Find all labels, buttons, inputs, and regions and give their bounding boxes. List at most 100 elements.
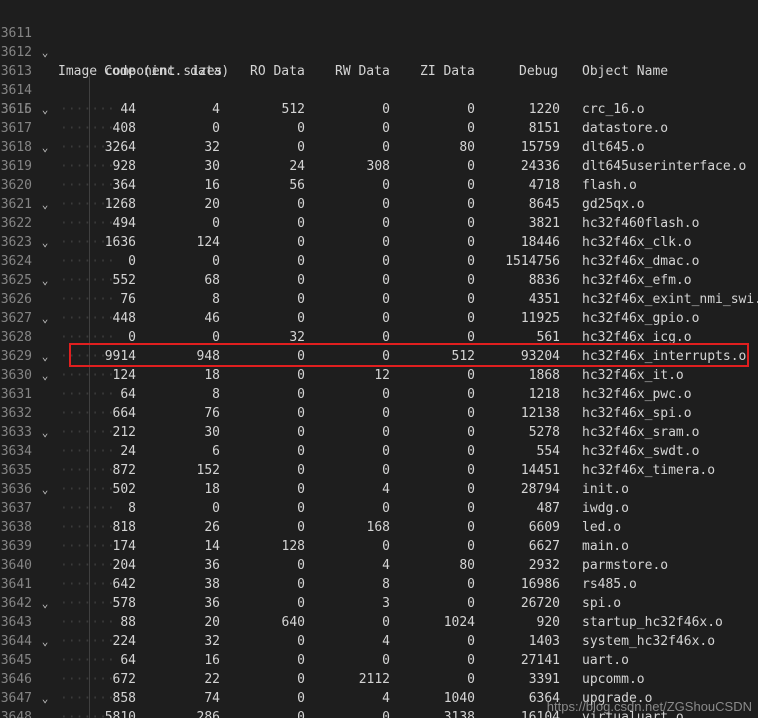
table-row[interactable]: ······· 3638 818 26 0 168 0 6609 led.o — [0, 518, 758, 537]
cell-inc-data: 22 — [204, 672, 220, 687]
cell-rw-data: 0 — [382, 425, 390, 440]
cell-inc-data: 16 — [204, 653, 220, 668]
code-line-blank[interactable]: 3613 — [0, 43, 758, 79]
line-number: 3638 — [0, 520, 32, 535]
table-row[interactable]: ······· 3631 64 8 0 0 0 1218 hc32f46x_pwc.o — [0, 385, 758, 404]
table-row[interactable]: ······· 3625 ⌄ 552 68 0 0 0 8836 hc32f46x_efm.o — [0, 271, 758, 290]
table-row[interactable]: ······· 3622 494 0 0 0 0 3821 hc32f460flash.o — [0, 214, 758, 233]
cell-rw-data: 0 — [382, 330, 390, 345]
table-row[interactable]: ······· 3632 664 76 0 0 0 12138 hc32f46x_spi.o — [0, 404, 758, 423]
cell-ro-data: 0 — [297, 577, 305, 592]
cell-zi-data: 0 — [467, 444, 475, 459]
cell-code: 88 — [120, 615, 136, 630]
table-row[interactable]: ······· 3624 0 0 0 0 0 1514756 hc32f46x_dmac.o — [0, 252, 758, 271]
table-row[interactable]: ······· 3617 408 0 0 0 0 8151 datastore.o — [0, 119, 758, 138]
table-row[interactable]: ······· 3635 872 152 0 0 0 14451 hc32f46x_timera… — [0, 461, 758, 480]
table-row[interactable]: ······· 3629 ⌄ 9914 948 0 0 512 93204 hc32f46x_in… — [0, 347, 758, 366]
table-row[interactable]: ······· 3619 928 30 24 308 0 24336 dlt645userint… — [0, 157, 758, 176]
table-row[interactable]: ······· 3633 ⌄ 212 30 0 0 0 5278 hc32f46x_sram.o — [0, 423, 758, 442]
table-row[interactable]: ······· 3637 8 0 0 0 0 487 iwdg.o — [0, 499, 758, 518]
table-row[interactable]: ······· 3644 ⌄ 224 32 0 4 0 1403 system_hc32f46x.… — [0, 632, 758, 651]
table-row[interactable]: ······· 3645 64 16 0 0 0 27141 uart.o — [0, 651, 758, 670]
table-row[interactable]: ······· 3618 ⌄ 3264 32 0 0 80 15759 dlt645.o — [0, 138, 758, 157]
cell-rw-data: 2112 — [358, 672, 390, 687]
line-number: 3636 — [0, 482, 32, 497]
cell-zi-data: 3138 — [443, 710, 475, 718]
table-row[interactable]: ······· 3643 88 20 640 0 1024 920 startup_hc32f4… — [0, 613, 758, 632]
code-line-column-headers[interactable]: 3614 ⌄ Code (inc. data) RO Data RW Data … — [0, 62, 758, 116]
cell-ro-data: 0 — [297, 273, 305, 288]
cell-zi-data: 0 — [467, 368, 475, 383]
cell-code: 44 — [120, 102, 136, 117]
table-row[interactable]: ······· 3621 ⌄ 1268 20 0 0 0 8645 gd25qx.o — [0, 195, 758, 214]
table-row[interactable]: ······· 3639 174 14 128 0 0 6627 main.o — [0, 537, 758, 556]
cell-object-name: hc32f46x_icg.o — [582, 330, 692, 345]
code-line-blank[interactable]: 3615 — [0, 81, 758, 117]
cell-rw-data: 0 — [382, 292, 390, 307]
cell-rw-data: 4 — [382, 482, 390, 497]
table-row[interactable]: ······· 3620 364 16 56 0 0 4718 flash.o — [0, 176, 758, 195]
code-line-title[interactable]: 3611 ⌄ Image component sizes — [0, 5, 758, 79]
line-number: 3625 — [0, 273, 32, 288]
cell-zi-data: 0 — [467, 406, 475, 421]
table-row[interactable]: ······· 3634 24 6 0 0 0 554 hc32f46x_swdt.o — [0, 442, 758, 461]
cell-debug: 16986 — [520, 577, 560, 592]
cell-inc-data: 46 — [204, 311, 220, 326]
cell-rw-data: 4 — [382, 634, 390, 649]
line-number: 3645 — [0, 653, 32, 668]
table-row[interactable]: ······· 3640 204 36 0 4 80 2932 parmstore.o — [0, 556, 758, 575]
watermark: https://blog.csdn.net/ZGShouCSDN — [546, 699, 752, 714]
cell-zi-data: 0 — [467, 596, 475, 611]
cell-inc-data: 0 — [212, 254, 220, 269]
cell-rw-data: 0 — [382, 311, 390, 326]
cell-debug: 15759 — [520, 140, 560, 155]
cell-debug: 93204 — [520, 349, 560, 364]
cell-code: 0 — [128, 330, 136, 345]
line-number: 3634 — [0, 444, 32, 459]
cell-inc-data: 0 — [212, 501, 220, 516]
cell-zi-data: 0 — [467, 520, 475, 535]
table-row[interactable]: ······· 3646 672 22 0 2112 0 3391 upcomm.o — [0, 670, 758, 689]
table-row[interactable]: ······· 3641 642 38 0 8 0 16986 rs485.o — [0, 575, 758, 594]
table-row[interactable]: ······· 3642 ⌄ 578 36 0 3 0 26720 spi.o — [0, 594, 758, 613]
cell-zi-data: 0 — [467, 197, 475, 212]
table-row[interactable]: ······· 3616 44 4 512 0 0 1220 crc_16.o — [0, 100, 758, 119]
cell-object-name: led.o — [582, 520, 622, 535]
code-editor[interactable]: 3611 ⌄ Image component sizes 3612 3613 3… — [0, 0, 758, 718]
cell-rw-data: 0 — [382, 235, 390, 250]
cell-code: 818 — [112, 520, 136, 535]
table-row[interactable]: ······· 3636 ⌄ 502 18 0 4 0 28794 init.o — [0, 480, 758, 499]
cell-code: 224 — [112, 634, 136, 649]
cell-inc-data: 8 — [212, 387, 220, 402]
table-row[interactable]: ······· 3628 0 0 32 0 0 561 hc32f46x_icg.o — [0, 328, 758, 347]
table-row[interactable]: ······· 3623 ⌄ 1636 124 0 0 0 18446 hc32f46x_clk.… — [0, 233, 758, 252]
table-row[interactable]: ······· 3626 76 8 0 0 0 4351 hc32f46x_exint_nmi_… — [0, 290, 758, 309]
cell-object-name: gd25qx.o — [582, 197, 645, 212]
cell-inc-data: 76 — [204, 406, 220, 421]
cell-rw-data: 8 — [382, 577, 390, 592]
cell-code: 1636 — [104, 235, 136, 250]
cell-object-name: hc32f46x_gpio.o — [582, 311, 700, 326]
cell-debug: 1868 — [528, 368, 560, 383]
cell-object-name: hc32f46x_dmac.o — [582, 254, 700, 269]
cell-rw-data: 12 — [374, 368, 390, 383]
cell-code: 1268 — [104, 197, 136, 212]
cell-rw-data: 0 — [382, 140, 390, 155]
table-row[interactable]: ······· 3630 ⌄ 124 18 0 12 0 1868 hc32f46x_it.o — [0, 366, 758, 385]
code-line-blank[interactable]: 3612 — [0, 24, 758, 60]
cell-object-name: datastore.o — [582, 121, 669, 136]
cell-rw-data: 0 — [382, 501, 390, 516]
cell-code: 204 — [112, 558, 136, 573]
cell-inc-data: 26 — [204, 520, 220, 535]
cell-rw-data: 0 — [382, 710, 390, 718]
cell-object-name: hc32f46x_timera.o — [582, 463, 716, 478]
cell-object-name: dlt645.o — [582, 140, 645, 155]
cell-code: 174 — [112, 539, 136, 554]
column-header-code: Code (inc. data) — [104, 64, 230, 79]
cell-code: 8 — [128, 501, 136, 516]
cell-ro-data: 0 — [297, 653, 305, 668]
cell-zi-data: 0 — [467, 539, 475, 554]
cell-inc-data: 0 — [212, 216, 220, 231]
table-row[interactable]: ······· 3627 ⌄ 448 46 0 0 0 11925 hc32f46x_gpio.o — [0, 309, 758, 328]
cell-ro-data: 0 — [297, 197, 305, 212]
